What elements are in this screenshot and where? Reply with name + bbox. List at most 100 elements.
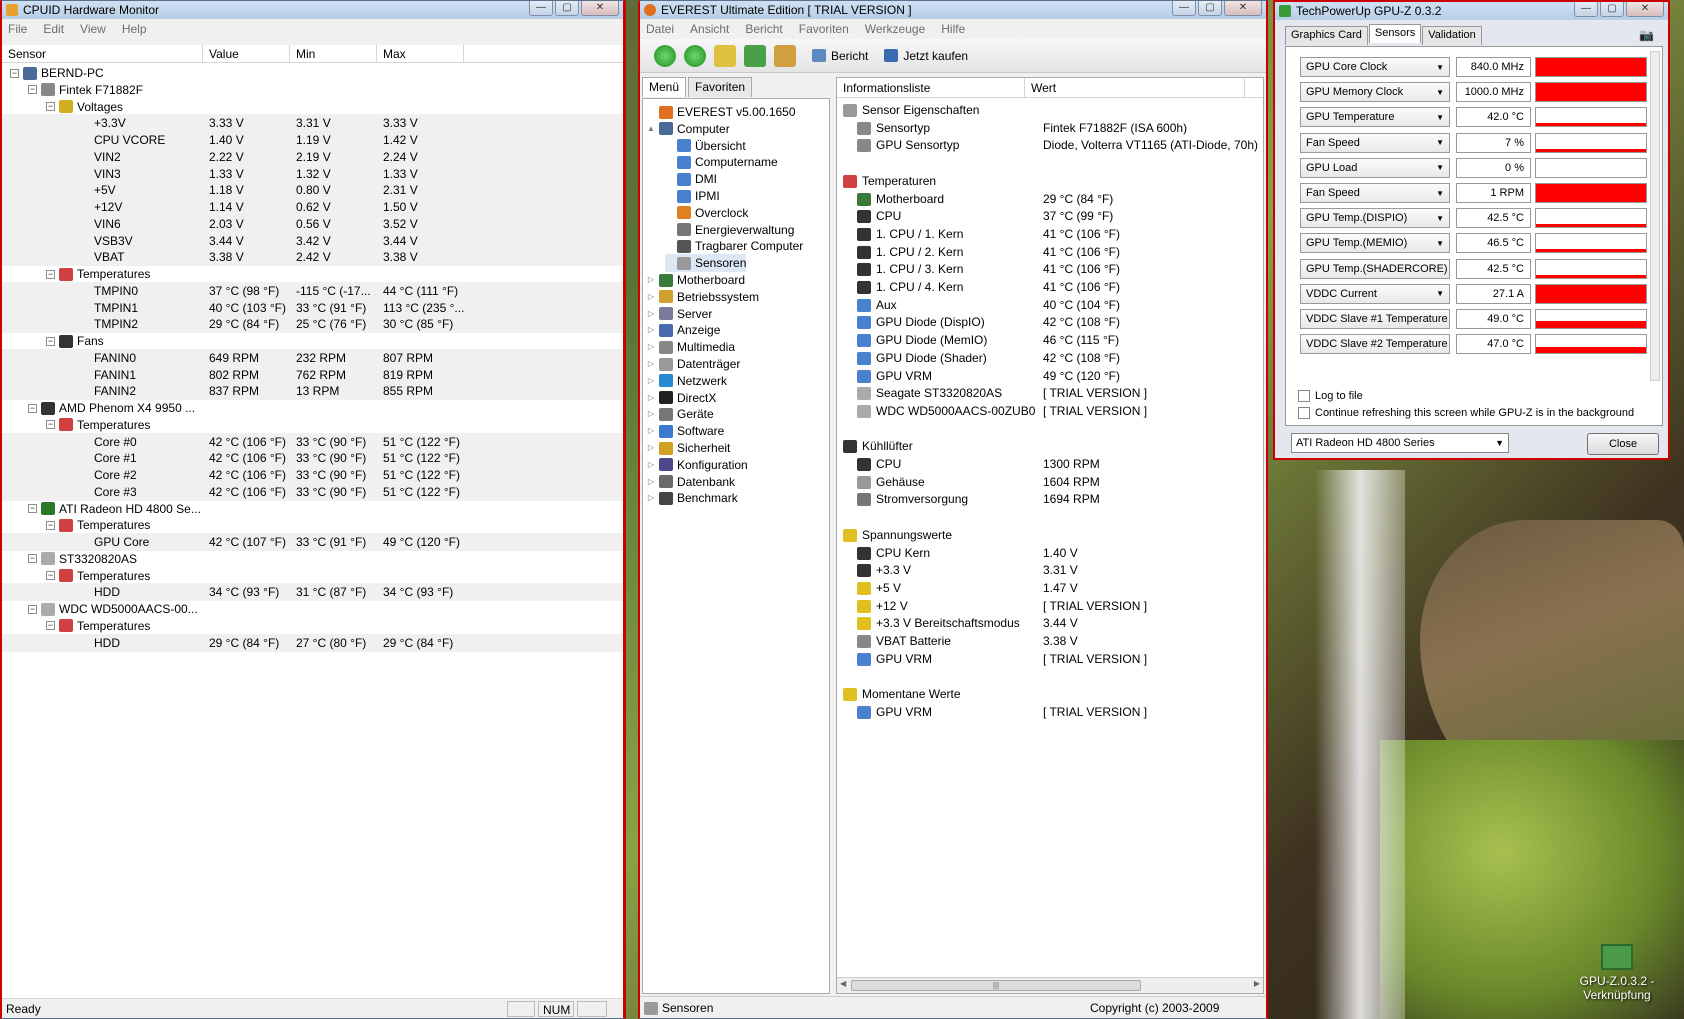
info-row[interactable]: 1. CPU / 4. Kern 41 °C (106 °F) xyxy=(837,278,1263,297)
users-icon[interactable] xyxy=(774,44,796,67)
sensor-name-dropdown[interactable]: Fan Speed ▼ xyxy=(1300,132,1450,153)
nav-tree-item[interactable]: Energieverwaltung xyxy=(665,221,794,239)
expand-arrow-icon[interactable]: ▷ xyxy=(647,439,655,457)
minimize-button[interactable]: — xyxy=(1172,1,1196,16)
close-button[interactable]: ✕ xyxy=(1224,1,1262,16)
menu-help[interactable]: Help xyxy=(122,22,147,36)
sensor-row[interactable]: FANIN2 837 RPM 13 RPM 855 RPM xyxy=(2,382,623,401)
nav-tree-item[interactable]: IPMI xyxy=(665,187,720,205)
buy-button[interactable]: Jetzt kaufen xyxy=(884,49,968,63)
forward-arrow-icon[interactable] xyxy=(684,44,706,67)
expand-arrow-icon[interactable]: ▷ xyxy=(647,305,655,323)
nav-tree-item[interactable]: ▷ Software xyxy=(647,422,724,440)
column-value[interactable]: Value xyxy=(203,45,290,62)
expand-arrow-icon[interactable]: ▷ xyxy=(647,405,655,423)
sensor-row[interactable]: GPU Core 42 °C (107 °F) 33 °C (91 °F) 49 °C… xyxy=(2,533,623,551)
expand-arrow-icon[interactable]: ▷ xyxy=(647,355,655,373)
expand-arrow-icon[interactable]: ▷ xyxy=(647,338,655,356)
gpuz-close-button[interactable]: Close xyxy=(1587,433,1659,455)
info-row[interactable]: 1. CPU / 3. Kern 41 °C (106 °F) xyxy=(837,260,1263,279)
log-to-file-checkbox[interactable]: Log to file xyxy=(1298,390,1363,402)
info-row[interactable]: VBAT Batterie 3.38 V xyxy=(837,632,1263,651)
menu-bericht[interactable]: Bericht xyxy=(745,22,782,36)
expand-arrow-icon[interactable]: ▷ xyxy=(647,389,655,407)
menu-ansicht[interactable]: Ansicht xyxy=(690,22,729,36)
nav-tree-item[interactable]: EVEREST v5.00.1650 xyxy=(647,103,796,121)
nav-tree-item[interactable]: ▷ Datenträger xyxy=(647,355,740,373)
sensor-name-dropdown[interactable]: GPU Temp.(DISPIO) ▼ xyxy=(1300,208,1450,229)
sensor-row[interactable]: VIN6 2.03 V 0.56 V 3.52 V xyxy=(2,214,623,233)
sensor-name-dropdown[interactable]: GPU Memory Clock ▼ xyxy=(1300,82,1450,103)
back-arrow-icon[interactable] xyxy=(654,44,676,67)
info-row[interactable]: Sensortyp Fintek F71882F (ISA 600h) xyxy=(837,119,1263,138)
sensor-name-dropdown[interactable]: GPU Load ▼ xyxy=(1300,157,1450,178)
sensor-row[interactable]: Core #1 42 °C (106 °F) 33 °C (90 °F) 51 °C … xyxy=(2,449,623,468)
nav-tree-item[interactable]: ▷ Datenbank xyxy=(647,473,735,491)
nav-tree-item[interactable]: Tragbarer Computer xyxy=(665,237,803,255)
checkbox-box[interactable] xyxy=(1298,390,1310,402)
info-row[interactable]: +3.3 V Bereitschaftsmodus 3.44 V xyxy=(837,614,1263,633)
nav-tree-item[interactable]: Übersicht xyxy=(665,137,746,155)
sensor-row[interactable]: VBAT 3.38 V 2.42 V 3.38 V xyxy=(2,248,623,267)
expand-arrow-icon[interactable]: ▷ xyxy=(647,422,655,440)
expand-arrow-icon[interactable]: ▲ xyxy=(647,120,655,138)
nav-tree-item[interactable]: DMI xyxy=(665,170,717,188)
menu-datei[interactable]: Datei xyxy=(646,22,674,36)
info-row[interactable]: WDC WD5000AACS-00ZUB0 [ TRIAL VERSION ] xyxy=(837,402,1263,421)
sensor-group-row[interactable]: − BERND-PC xyxy=(2,64,623,82)
sensor-group-row[interactable]: − AMD Phenom X4 9950 ... xyxy=(2,399,623,417)
cpuid-sensor-tree[interactable]: − BERND-PC − Fintek F71882F − Voltages +3.3V 3.… xyxy=(2,63,623,998)
nav-tree-item[interactable]: ▷ Server xyxy=(647,305,712,323)
collapse-toggle[interactable]: − xyxy=(28,504,37,513)
sensor-name-dropdown[interactable]: VDDC Slave #2 Temperature▼ xyxy=(1300,334,1450,355)
sensor-group-row[interactable]: − Fintek F71882F xyxy=(2,81,623,99)
collapse-toggle[interactable]: − xyxy=(28,604,37,614)
menu-edit[interactable]: Edit xyxy=(43,22,64,36)
card-select[interactable]: ATI Radeon HD 4800 Series ▼ xyxy=(1291,433,1509,453)
scrollbar-thumb[interactable]: ||| xyxy=(851,980,1141,991)
expand-arrow-icon[interactable]: ▷ xyxy=(647,456,655,474)
sensor-row[interactable]: TMPIN0 37 °C (98 °F) -115 °C (-17... 44 °C … xyxy=(2,281,623,300)
report-button[interactable]: Bericht xyxy=(812,49,868,63)
sensor-row[interactable]: FANIN1 802 RPM 762 RPM 819 RPM xyxy=(2,365,623,384)
sensor-row[interactable]: VSB3V 3.44 V 3.42 V 3.44 V xyxy=(2,231,623,250)
info-row[interactable]: CPU 37 °C (99 °F) xyxy=(837,207,1263,226)
minimize-button[interactable]: — xyxy=(1574,2,1598,17)
info-row[interactable]: GPU VRM [ TRIAL VERSION ] xyxy=(837,703,1263,722)
tab-favoriten[interactable]: Favoriten xyxy=(688,77,753,97)
sensor-group-row[interactable]: − Temperatures xyxy=(2,416,623,434)
info-row[interactable]: CPU 1300 RPM xyxy=(837,455,1263,474)
sensor-group-row[interactable]: − Temperatures xyxy=(2,617,623,635)
info-group-row[interactable]: Spannungswerte xyxy=(837,526,1263,545)
menu-werkzeuge[interactable]: Werkzeuge xyxy=(865,22,925,36)
sensor-row[interactable]: Core #0 42 °C (106 °F) 33 °C (90 °F) 51 °C … xyxy=(2,432,623,451)
collapse-toggle[interactable]: − xyxy=(46,520,55,530)
info-row[interactable]: 1. CPU / 2. Kern 41 °C (106 °F) xyxy=(837,243,1263,262)
sensor-row[interactable]: HDD 34 °C (93 °F) 31 °C (87 °F) 34 °C (93 °… xyxy=(2,583,623,602)
minimize-button[interactable]: — xyxy=(529,1,553,16)
cpuid-titlebar[interactable]: CPUID Hardware Monitor — ▢ ✕ xyxy=(2,1,623,19)
up-folder-icon[interactable] xyxy=(714,44,736,67)
maximize-button[interactable]: ▢ xyxy=(555,1,579,16)
info-row[interactable]: 1. CPU / 1. Kern 41 °C (106 °F) xyxy=(837,225,1263,244)
expand-arrow-icon[interactable]: ▷ xyxy=(647,321,655,339)
sensor-name-dropdown[interactable]: VDDC Current ▼ xyxy=(1300,283,1450,304)
sensor-row[interactable]: Core #3 42 °C (106 °F) 33 °C (90 °F) 51 °C … xyxy=(2,482,623,501)
info-row[interactable]: Motherboard 29 °C (84 °F) xyxy=(837,190,1263,209)
sensor-group-row[interactable]: − ST3320820AS xyxy=(2,550,623,568)
tab-graphics-card[interactable]: Graphics Card xyxy=(1285,26,1368,45)
menu-view[interactable]: View xyxy=(80,22,106,36)
sensor-group-row[interactable]: − WDC WD5000AACS-00... xyxy=(2,600,623,618)
sensor-row[interactable]: HDD 29 °C (84 °F) 27 °C (80 °F) 29 °C (84 °… xyxy=(2,633,623,652)
vertical-scrollbar[interactable] xyxy=(1650,51,1660,381)
sensor-row[interactable]: +5V 1.18 V 0.80 V 2.31 V xyxy=(2,181,623,200)
sensor-group-row[interactable]: − Voltages xyxy=(2,98,623,116)
collapse-toggle[interactable]: − xyxy=(46,571,55,580)
close-button[interactable]: ✕ xyxy=(581,1,619,16)
collapse-toggle[interactable]: − xyxy=(46,102,55,111)
gpuz-titlebar[interactable]: TechPowerUp GPU-Z 0.3.2 — ▢ ✕ xyxy=(1275,2,1668,20)
sensor-name-dropdown[interactable]: GPU Temperature ▼ xyxy=(1300,107,1450,128)
nav-tree-item[interactable]: ▷ Konfiguration xyxy=(647,456,748,474)
info-group-row[interactable]: Sensor Eigenschaften xyxy=(837,101,1263,120)
tab-validation[interactable]: Validation xyxy=(1422,26,1482,45)
